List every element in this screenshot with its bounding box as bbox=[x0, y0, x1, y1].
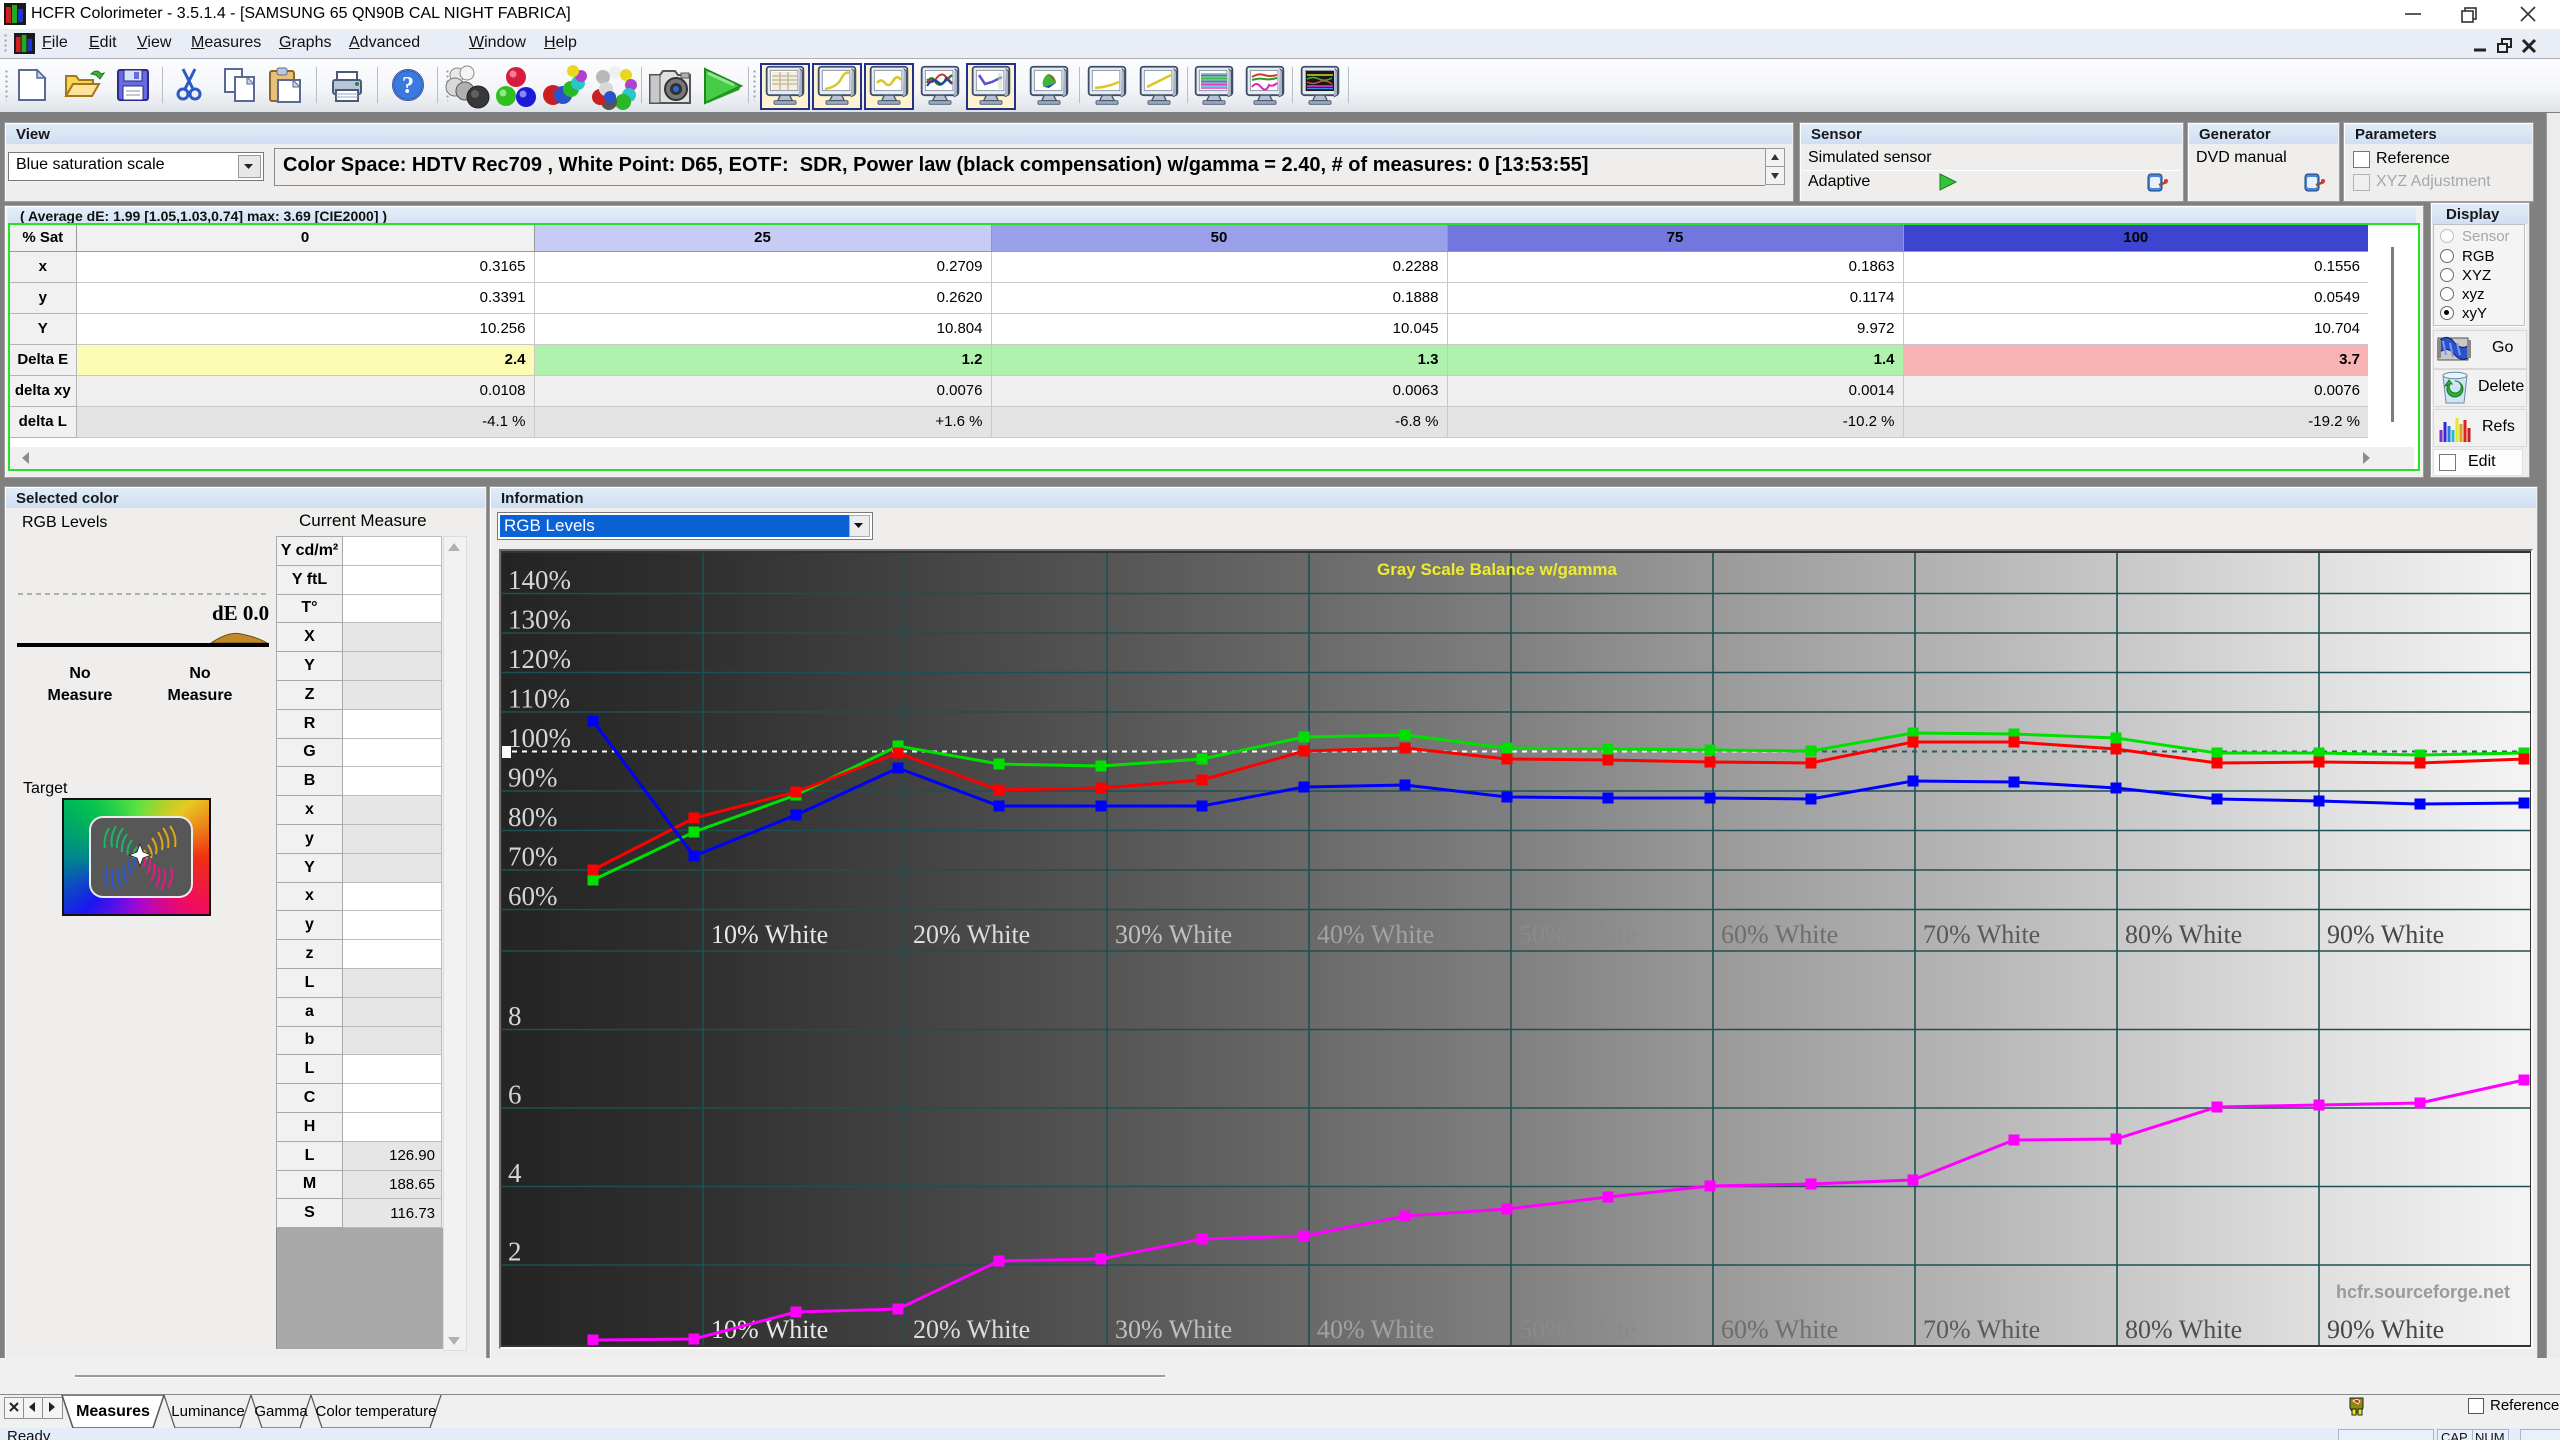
svg-text:4: 4 bbox=[508, 1158, 522, 1188]
svg-text:80% White: 80% White bbox=[2125, 920, 2242, 949]
svg-text:6: 6 bbox=[508, 1080, 522, 1110]
svg-text:40% White: 40% White bbox=[1317, 1315, 1434, 1344]
svg-text:60%: 60% bbox=[508, 881, 558, 911]
svg-text:100%: 100% bbox=[508, 723, 571, 753]
svg-text:130%: 130% bbox=[508, 605, 571, 635]
svg-text:Luminance: Luminance bbox=[171, 1403, 244, 1420]
svg-text:40% White: 40% White bbox=[1317, 920, 1434, 949]
svg-text:70%: 70% bbox=[508, 842, 558, 872]
svg-text:10% White: 10% White bbox=[711, 920, 828, 949]
svg-text:Color temperature: Color temperature bbox=[316, 1403, 437, 1420]
svg-text:30% White: 30% White bbox=[1115, 920, 1232, 949]
svg-text:90% White: 90% White bbox=[2327, 1315, 2444, 1344]
svg-text:20% White: 20% White bbox=[913, 920, 1030, 949]
svg-text:50% White: 50% White bbox=[1519, 1315, 1636, 1344]
svg-text:120%: 120% bbox=[508, 644, 571, 674]
svg-text:70% White: 70% White bbox=[1923, 1315, 2040, 1344]
svg-text:Measures: Measures bbox=[76, 1403, 150, 1420]
svg-text:60% White: 60% White bbox=[1721, 920, 1838, 949]
svg-text:80%: 80% bbox=[508, 802, 558, 832]
svg-text:50% White: 50% White bbox=[1519, 920, 1636, 949]
svg-text:140%: 140% bbox=[508, 565, 571, 595]
svg-text:hcfr.sourceforge.net: hcfr.sourceforge.net bbox=[2336, 1282, 2510, 1302]
svg-text:90% White: 90% White bbox=[2327, 920, 2444, 949]
svg-text:8: 8 bbox=[508, 1001, 522, 1031]
svg-text:dE 0.0: dE 0.0 bbox=[212, 601, 269, 625]
svg-text:?: ? bbox=[402, 73, 414, 99]
svg-text:20% White: 20% White bbox=[913, 1315, 1030, 1344]
svg-text:2: 2 bbox=[508, 1237, 522, 1267]
svg-text:110%: 110% bbox=[508, 684, 570, 714]
svg-text:90%: 90% bbox=[508, 763, 558, 793]
svg-text:60% White: 60% White bbox=[1721, 1315, 1838, 1344]
svg-text:70% White: 70% White bbox=[1923, 920, 2040, 949]
svg-text:30% White: 30% White bbox=[1115, 1315, 1232, 1344]
svg-text:80% White: 80% White bbox=[2125, 1315, 2242, 1344]
svg-text:Gray Scale Balance w/gamma: Gray Scale Balance w/gamma bbox=[1377, 560, 1618, 579]
svg-text:Gamma: Gamma bbox=[254, 1403, 308, 1420]
